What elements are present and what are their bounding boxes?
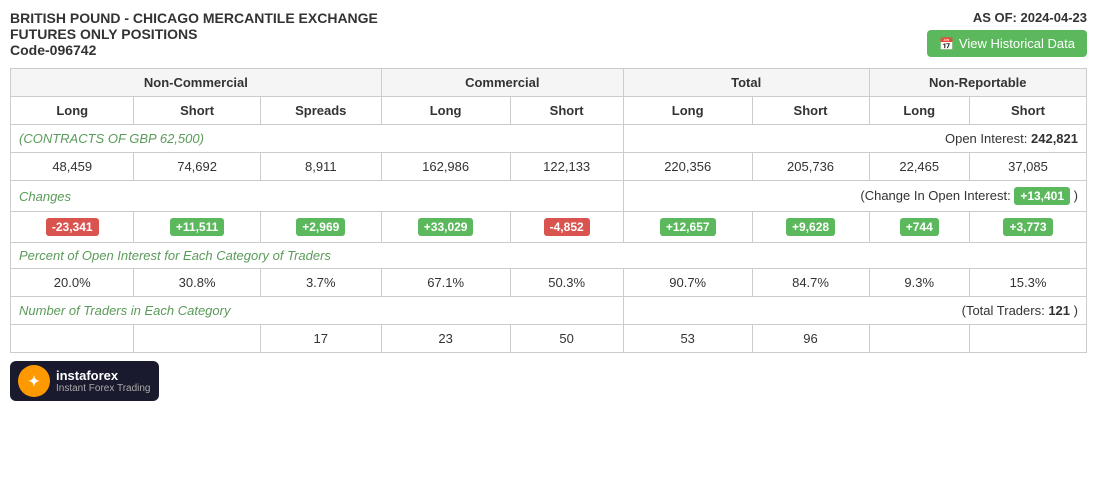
pct-val-4: 67.1% <box>381 269 510 297</box>
open-interest-cell: Open Interest: 242,821 <box>623 125 1086 153</box>
change-val-7: +9,628 <box>752 212 869 243</box>
trader-val-9 <box>970 325 1087 353</box>
total-traders-value: 121 <box>1048 303 1070 318</box>
group-header-commercial: Commercial <box>381 69 623 97</box>
change-val-8: +744 <box>869 212 970 243</box>
val-short-3: 205,736 <box>752 153 869 181</box>
calendar-icon: 📅 <box>939 37 954 51</box>
col-long-1: Long <box>11 97 134 125</box>
header-left: BRITISH POUND - CHICAGO MERCANTILE EXCHA… <box>10 10 378 58</box>
pct-val-5: 50.3% <box>510 269 623 297</box>
change-oi-label: (Change In Open Interest: <box>860 188 1010 203</box>
data-table: Non-Commercial Commercial Total Non-Repo… <box>10 68 1087 353</box>
traders-label-row: Number of Traders in Each Category (Tota… <box>11 297 1087 325</box>
page-header: BRITISH POUND - CHICAGO MERCANTILE EXCHA… <box>10 10 1087 58</box>
col-spreads: Spreads <box>260 97 381 125</box>
val-short-2: 122,133 <box>510 153 623 181</box>
trader-val-4: 23 <box>381 325 510 353</box>
traders-values-row: 17 23 50 53 96 <box>11 325 1087 353</box>
pct-val-2: 30.8% <box>134 269 260 297</box>
col-short-2: Short <box>510 97 623 125</box>
val-long-1: 48,459 <box>11 153 134 181</box>
contracts-label: (CONTRACTS OF GBP 62,500) <box>11 125 624 153</box>
trader-val-7: 96 <box>752 325 869 353</box>
val-long-3: 220,356 <box>623 153 752 181</box>
group-header-total: Total <box>623 69 869 97</box>
percent-label-row: Percent of Open Interest for Each Catego… <box>11 243 1087 269</box>
logo-text: instaforex Instant Forex Trading <box>56 368 151 394</box>
total-traders-label: (Total Traders: <box>962 303 1045 318</box>
contracts-row: (CONTRACTS OF GBP 62,500) Open Interest:… <box>11 125 1087 153</box>
change-val-9: +3,773 <box>970 212 1087 243</box>
col-long-3: Long <box>623 97 752 125</box>
col-short-1: Short <box>134 97 260 125</box>
col-long-4: Long <box>869 97 970 125</box>
group-header-non-reportable: Non-Reportable <box>869 69 1087 97</box>
footer-logo: ✦ instaforex Instant Forex Trading <box>10 353 1087 409</box>
val-long-2: 162,986 <box>381 153 510 181</box>
logo-tagline: Instant Forex Trading <box>56 383 151 394</box>
changes-label-row: Changes (Change In Open Interest: +13,40… <box>11 181 1087 212</box>
change-oi-cell: (Change In Open Interest: +13,401 ) <box>623 181 1086 212</box>
change-val-2: +11,511 <box>134 212 260 243</box>
col-short-3: Short <box>752 97 869 125</box>
change-val-5: -4,852 <box>510 212 623 243</box>
percent-label: Percent of Open Interest for Each Catego… <box>11 243 1087 269</box>
total-traders-close: ) <box>1074 303 1078 318</box>
val-short-4: 37,085 <box>970 153 1087 181</box>
pct-val-6: 90.7% <box>623 269 752 297</box>
changes-values-row: -23,341 +11,511 +2,969 +33,029 -4,852 +1… <box>11 212 1087 243</box>
traders-label-text: Number of Traders in Each Category <box>19 303 230 318</box>
change-val-6: +12,657 <box>623 212 752 243</box>
open-interest-label: Open Interest: <box>945 131 1027 146</box>
change-oi-value: +13,401 <box>1014 187 1070 205</box>
trader-val-6: 53 <box>623 325 752 353</box>
open-interest-value: 242,821 <box>1031 131 1078 146</box>
val-spreads: 8,911 <box>260 153 381 181</box>
col-long-2: Long <box>381 97 510 125</box>
change-val-4: +33,029 <box>381 212 510 243</box>
view-historical-button[interactable]: 📅 View Historical Data <box>927 30 1087 57</box>
title-line1: BRITISH POUND - CHICAGO MERCANTILE EXCHA… <box>10 10 378 26</box>
change-oi-close: ) <box>1074 188 1078 203</box>
group-header-non-commercial: Non-Commercial <box>11 69 382 97</box>
trader-val-3: 17 <box>260 325 381 353</box>
title-line2: FUTURES ONLY POSITIONS <box>10 26 378 42</box>
main-container: BRITISH POUND - CHICAGO MERCANTILE EXCHA… <box>0 0 1097 409</box>
change-val-3: +2,969 <box>260 212 381 243</box>
trader-val-2 <box>134 325 260 353</box>
main-values-row: 48,459 74,692 8,911 162,986 122,133 220,… <box>11 153 1087 181</box>
col-short-4: Short <box>970 97 1087 125</box>
as-of-date: AS OF: 2024-04-23 <box>927 10 1087 25</box>
logo-icon: ✦ <box>18 365 50 397</box>
total-traders-cell: (Total Traders: 121 ) <box>623 297 1086 325</box>
trader-val-8 <box>869 325 970 353</box>
trader-val-5: 50 <box>510 325 623 353</box>
val-long-4: 22,465 <box>869 153 970 181</box>
title-line3: Code-096742 <box>10 42 378 58</box>
logo-name: instaforex <box>56 368 151 383</box>
pct-val-7: 84.7% <box>752 269 869 297</box>
change-val-1: -23,341 <box>11 212 134 243</box>
header-right: AS OF: 2024-04-23 📅 View Historical Data <box>927 10 1087 57</box>
trader-val-1 <box>11 325 134 353</box>
pct-val-9: 15.3% <box>970 269 1087 297</box>
pct-val-1: 20.0% <box>11 269 134 297</box>
percent-values-row: 20.0% 30.8% 3.7% 67.1% 50.3% 90.7% 84.7%… <box>11 269 1087 297</box>
traders-label: Number of Traders in Each Category <box>11 297 624 325</box>
changes-label: Changes <box>11 181 624 212</box>
pct-val-3: 3.7% <box>260 269 381 297</box>
view-historical-label: View Historical Data <box>959 36 1075 51</box>
val-short-1: 74,692 <box>134 153 260 181</box>
percent-label-text: Percent of Open Interest for Each Catego… <box>19 248 331 263</box>
pct-val-8: 9.3% <box>869 269 970 297</box>
